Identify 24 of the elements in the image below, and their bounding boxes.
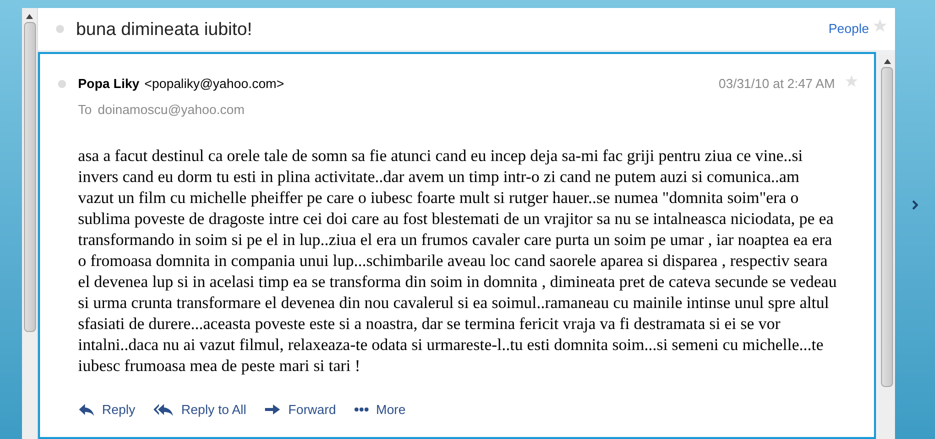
sender-name: Popa Liky [78,75,140,93]
scrollbar[interactable] [22,8,38,439]
action-button[interactable]: Reply to All [153,400,246,419]
to-label: To [78,100,92,118]
people-link[interactable]: People [828,19,869,39]
scroll-up-icon[interactable] [884,59,890,64]
scrollbar-thumb[interactable] [24,22,36,332]
scrollbar[interactable] [879,55,895,439]
star-icon[interactable] [873,18,887,32]
recipient-email: doinamoscu@yahoo.com [98,100,245,119]
star-icon[interactable] [845,74,858,87]
chevron-right-icon[interactable] [912,200,918,210]
scroll-up-icon[interactable] [26,14,33,19]
scrollbar-thumb[interactable] [881,67,893,387]
right-arrow-icon [264,402,282,417]
message-body: asa a facut destinul ca orele tale de somn sa fie atunci cand eu incep deja sa-mi fac griji pentru ziua ce vine..si invers cand eu dorm tu esti in plina activitate..dar avem un timp intr-o zi cand ne putem auzi si comunica..am vazut un film cu michelle pheiffer pe care o iubesc foarte mult si rutger hauer..se numea "domnita soim"era o sublima poveste de dragoste intre cei doi care au fost blestemati de un vrajitor sa nu se intalneasca niciodata, pe ea transformando in soim si pe el in lup..ziua el era un frumos cavaler care purta un soim pe umar , iar noaptea ea era o fromoasa domnita in compania unui lup...schimbarile aveau loc cand saorele aparea si disparea , respectiv seara el devenea lup si in acelasi timp ea se transforma din soim in domnita , dimineata pret de cateva secunde se vedeau si urma crunta transformare el devenea din nou cavalerul si ea soimul..ramaneau cu mainile intinse unul spre altul sfasiati de durere...aceasta poveste este si a noastra, dar se termina fericit vraja va fi destramata si ei se vor intalni..daca nu ai vazut filmul, relaxeaza-te odata si urmareste-l..tu esti domnita soim...si semeni cu michelle...te iubesc frumoasa mea de peste mari si tari ! [78,145,838,376]
reply-arrow-icon [78,402,95,417]
conversation-subject: buna dimineata iubito! [76,18,252,40]
action-button[interactable]: Forward [264,400,336,419]
message-date: 03/31/10 at 2:47 AM [718,75,835,93]
sender-email: <popaliky@yahoo.com> [144,75,284,93]
action-button[interactable]: Reply [78,400,136,419]
reply-all-arrow-icon [153,402,174,417]
action-button[interactable]: More [354,400,406,419]
